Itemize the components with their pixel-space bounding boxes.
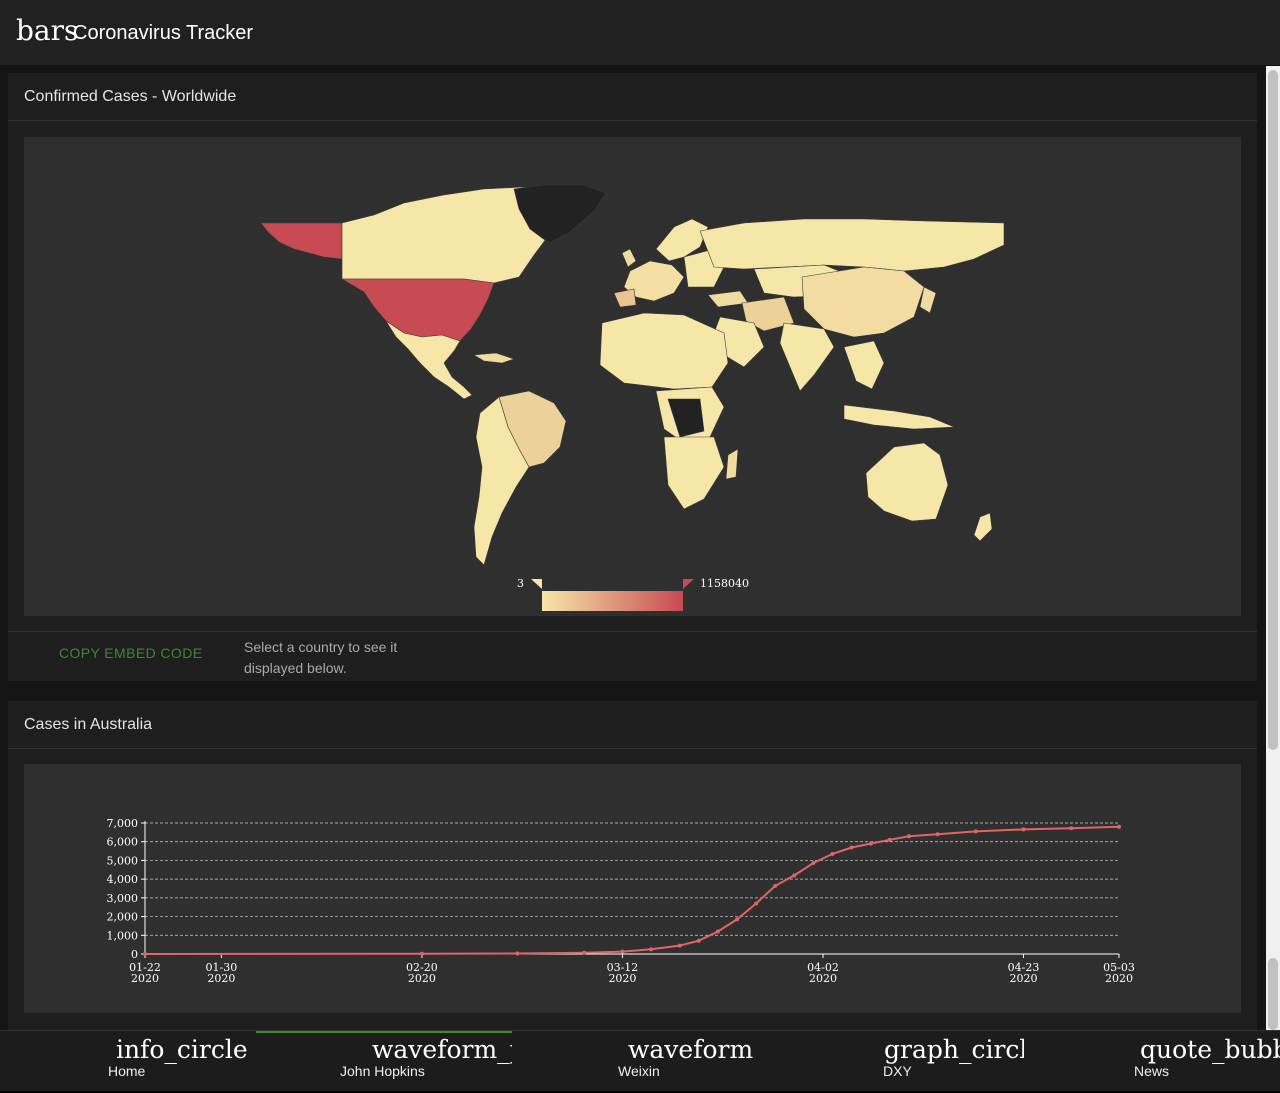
menu-icon[interactable]: bars [16, 14, 78, 47]
waveform-path-icon: waveform_path [372, 1035, 512, 1064]
data-point [1117, 824, 1121, 829]
card-header: Cases in Australia [8, 701, 1257, 749]
data-point [419, 951, 424, 956]
map-country-new-zealand [973, 512, 993, 542]
scrollbar-thumb[interactable] [1268, 70, 1278, 750]
data-point [620, 949, 625, 954]
card-header: Confirmed Cases - Worldwide [8, 73, 1257, 121]
data-point [677, 943, 682, 948]
y-tick-label: 2,000 [107, 911, 139, 924]
data-point [811, 861, 816, 866]
map-country-usa [340, 278, 495, 342]
data-point [649, 947, 654, 952]
map-country-indonesia [843, 404, 955, 430]
x-tick-year: 2020 [1010, 972, 1038, 985]
nav-label: Home [108, 1063, 146, 1079]
nav-news[interactable]: quote_bubble News [1024, 1031, 1280, 1091]
data-point [582, 950, 587, 955]
data-point [773, 883, 778, 888]
info-circle-icon: info_circle [116, 1035, 248, 1064]
map-country-north-africa [599, 312, 729, 390]
data-point [887, 837, 892, 842]
data-point [696, 938, 701, 943]
data-point [1069, 826, 1074, 831]
cases-line-chart[interactable]: 01,0002,0003,0004,0005,0006,0007,00001-2… [24, 764, 1241, 1013]
map-country-russia [699, 218, 1005, 272]
map-country-india [779, 322, 835, 392]
data-point [1021, 827, 1026, 832]
nav-label: News [1134, 1063, 1170, 1079]
x-tick-year: 2020 [1105, 972, 1133, 985]
legend-max-handle [683, 579, 694, 589]
x-tick-year: 2020 [809, 972, 837, 985]
data-point [143, 952, 147, 956]
y-tick-label: 3,000 [107, 892, 139, 905]
data-point [935, 832, 940, 837]
series-line [144, 825, 1120, 955]
map-card-footer: COPY EMBED CODE Select a country to see … [8, 631, 1257, 682]
nav-dxy[interactable]: graph_circle DXY [768, 1031, 1024, 1091]
map-country-madagascar [725, 448, 739, 480]
quote-bubble-icon: quote_bubble [1140, 1035, 1280, 1064]
waveform-icon: waveform [628, 1035, 754, 1064]
map-country-alaska [260, 222, 343, 260]
world-map-card: Confirmed Cases - Worldwide 3 1158040 CO… [8, 73, 1257, 681]
map-country-australia [865, 442, 949, 522]
graph-circle-icon: graph_circle [884, 1035, 1024, 1064]
x-tick-year: 2020 [131, 972, 159, 985]
x-tick-year: 2020 [408, 972, 436, 985]
nav-john-hopkins[interactable]: waveform_path John Hopkins [256, 1031, 512, 1093]
y-tick-label: 6,000 [107, 836, 139, 849]
australia-cases-card: Cases in Australia 0 1,000 2,000 3,000 4,000… [8, 701, 1257, 1030]
y-tick-label: 5,000 [107, 854, 139, 867]
data-point [849, 845, 854, 850]
y-tick-label: 1,000 [107, 929, 139, 942]
card-title: Cases in Australia [24, 716, 153, 733]
legend-gradient [542, 591, 683, 611]
nav-label: Weixin [618, 1063, 660, 1079]
nav-label: DXY [883, 1063, 912, 1079]
nav-weixin[interactable]: waveform Weixin [512, 1031, 768, 1091]
nav-home[interactable]: info_circle Home [0, 1031, 256, 1091]
card-title: Confirmed Cases - Worldwide [24, 88, 237, 105]
map-country-turkey [707, 290, 749, 308]
scrollbar-thumb-lower[interactable] [1268, 958, 1278, 1030]
x-tick-year: 2020 [207, 972, 235, 985]
world-map[interactable]: 3 1158040 [24, 137, 1241, 616]
legend-max-label: 1158040 [700, 577, 749, 590]
chart-panel: 0 1,000 2,000 3,000 4,000 5,000 6,000 7,000 01-2… [24, 764, 1241, 1013]
data-point [735, 917, 740, 922]
y-tick-label: 7,000 [107, 817, 139, 830]
data-point [792, 873, 797, 878]
map-country-southern-africa [663, 436, 725, 510]
copy-embed-button[interactable]: COPY EMBED CODE [59, 645, 202, 661]
x-tick-year: 2020 [608, 972, 636, 985]
map-country-china [801, 266, 925, 338]
legend-min-handle [531, 579, 542, 589]
y-tick-label: 0 [131, 948, 138, 961]
data-point [715, 929, 720, 934]
map-country-spain [613, 288, 637, 308]
data-point [830, 851, 835, 856]
select-country-hint: Select a country to see it displayed bel… [244, 639, 398, 676]
legend-min-label: 3 [517, 577, 524, 590]
bottom-nav: info_circle Home waveform_path John Hopk… [0, 1030, 1280, 1091]
data-point [515, 951, 520, 956]
map-country-uk [621, 248, 637, 268]
data-point [906, 834, 911, 839]
data-point [754, 901, 759, 906]
map-legend: 3 1158040 [517, 577, 749, 611]
data-point [868, 841, 873, 846]
nav-label: John Hopkins [340, 1063, 425, 1079]
map-panel: 3 1158040 [24, 137, 1241, 616]
map-country-southeast-asia [843, 340, 885, 390]
data-point [973, 829, 978, 834]
y-tick-label: 4,000 [107, 873, 139, 886]
app-title: Coronavirus Tracker [73, 22, 254, 44]
map-country-cuba [473, 352, 515, 364]
content-area: Confirmed Cases - Worldwide 3 1158040 CO… [0, 66, 1266, 1030]
top-bar: bars Coronavirus Tracker [0, 0, 1280, 66]
